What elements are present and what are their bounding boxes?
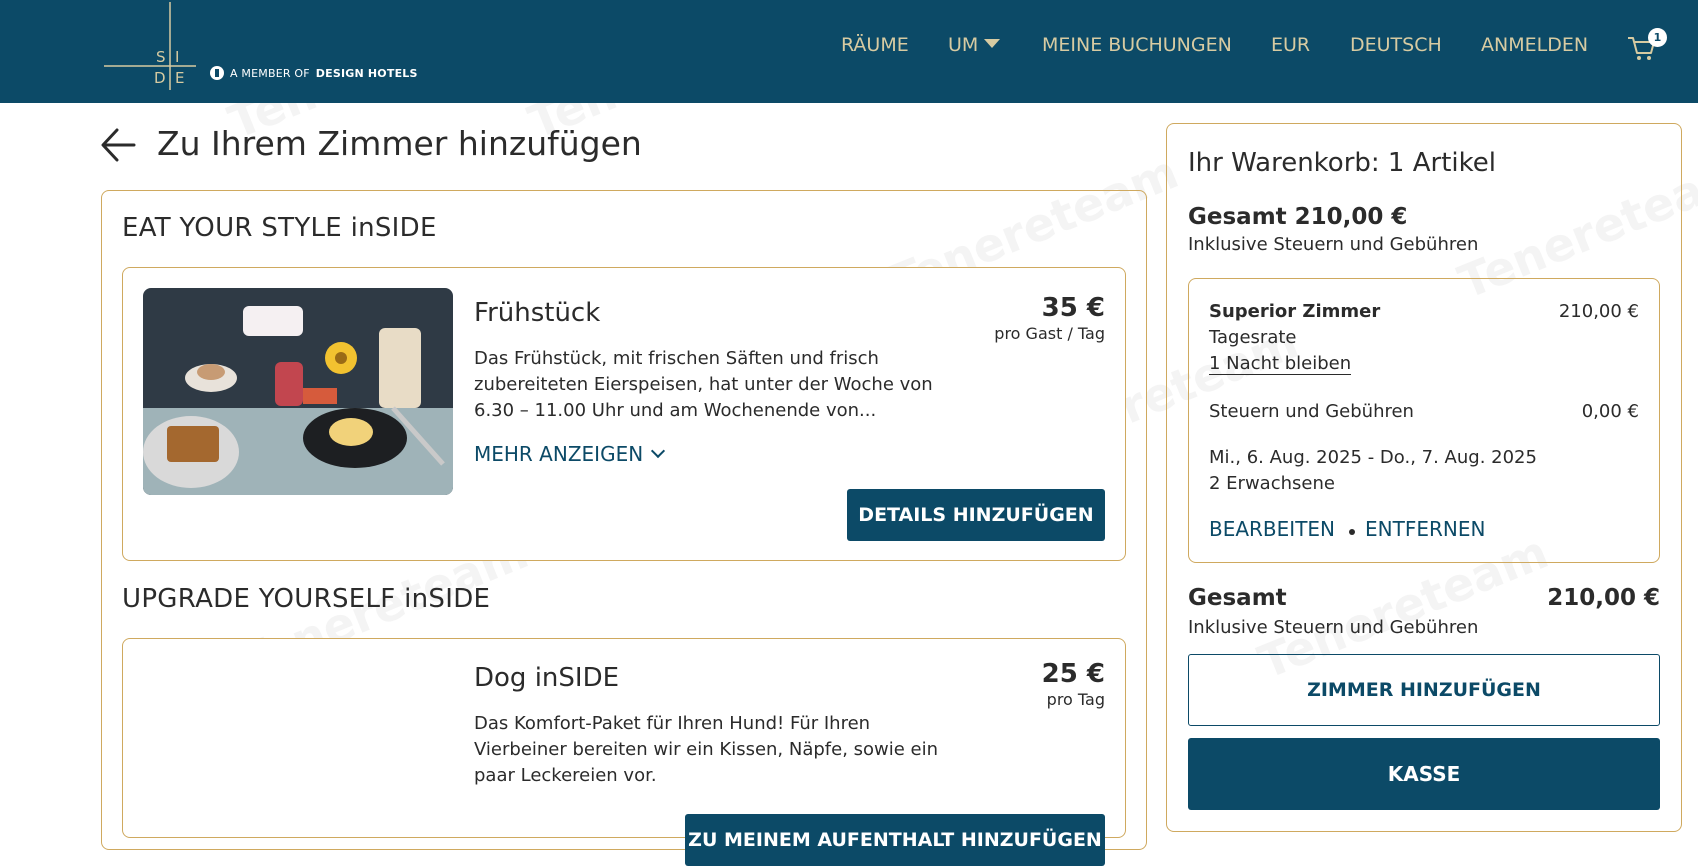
- stay-length-link[interactable]: 1 Nacht bleiben: [1209, 353, 1352, 375]
- design-hotels-badge: A MEMBER OF DESIGN HOTELS: [210, 66, 418, 80]
- nav-my-bookings[interactable]: MEINE BUCHUNGEN: [1042, 34, 1232, 56]
- room-name: Superior Zimmer: [1209, 301, 1381, 322]
- main-nav: RÄUME UM MEINE BUCHUNGEN EUR DEUTSCH ANM…: [0, 34, 1698, 58]
- remove-link[interactable]: ENTFERNEN: [1365, 517, 1485, 541]
- room-price: 210,00 €: [1558, 301, 1639, 322]
- add-to-stay-button[interactable]: ZU MEINEM AUFENTHALT HINZUFÜGEN: [685, 814, 1105, 866]
- cart-count-badge: 1: [1648, 28, 1667, 47]
- logo-letter-d: D: [154, 69, 166, 87]
- guest-count: 2 Erwachsene: [1209, 473, 1335, 494]
- addon-card-breakfast: Frühstück 35 € pro Gast / Tag Das Frühst…: [122, 267, 1126, 561]
- sum-label: Gesamt: [1188, 585, 1287, 611]
- breakfast-photo: [143, 288, 453, 495]
- page-title: Zu Ihrem Zimmer hinzufügen: [157, 124, 642, 163]
- card-description: Das Frühstück, mit frischen Säften und f…: [474, 348, 933, 421]
- cart-panel: Ihr Warenkorb: 1 Artikel Gesamt 210,00 €…: [1166, 123, 1682, 832]
- rate-label: Tagesrate: [1209, 327, 1297, 348]
- breakfast-image: [143, 288, 453, 495]
- card-price: 35 €: [1041, 293, 1105, 323]
- nav-currency[interactable]: EUR: [1271, 34, 1310, 56]
- checkout-button[interactable]: KASSE: [1188, 738, 1660, 810]
- member-brand: DESIGN HOTELS: [315, 66, 418, 80]
- sum-incl-taxes: Inklusive Steuern und Gebühren: [1188, 617, 1479, 638]
- nav-um-label: UM: [948, 34, 979, 56]
- sum-value: 210,00 €: [1547, 585, 1660, 611]
- top-bar: S I D E A MEMBER OF DESIGN HOTELS RÄUME U…: [0, 0, 1698, 103]
- add-room-button[interactable]: ZIMMER HINZUFÜGEN: [1188, 654, 1660, 726]
- card-title: Dog inSIDE: [474, 663, 620, 693]
- nav-um[interactable]: UM: [948, 34, 1001, 56]
- cart-incl-taxes: Inklusive Steuern und Gebühren: [1188, 234, 1479, 255]
- card-price-unit: pro Tag: [1046, 690, 1105, 709]
- add-details-button[interactable]: DETAILS HINZUFÜGEN: [847, 489, 1105, 541]
- cart-total: Gesamt 210,00 €: [1188, 204, 1408, 230]
- member-prefix: A MEMBER OF: [230, 66, 310, 80]
- nav-login[interactable]: ANMELDEN: [1481, 34, 1588, 56]
- nav-language[interactable]: DEUTSCH: [1350, 34, 1442, 56]
- nav-rooms[interactable]: RÄUME: [841, 34, 909, 56]
- card-title: Frühstück: [474, 298, 601, 328]
- cart-title: Ihr Warenkorb: 1 Artikel: [1188, 148, 1496, 178]
- card-price-unit: pro Gast / Tag: [994, 324, 1105, 343]
- stay-dates: Mi., 6. Aug. 2025 - Do., 7. Aug. 2025: [1209, 447, 1537, 468]
- show-more-label: MEHR ANZEIGEN: [474, 442, 644, 466]
- design-hotels-icon: [210, 66, 224, 80]
- show-more-link[interactable]: MEHR ANZEIGEN: [474, 442, 666, 466]
- separator-dot: [1349, 529, 1355, 535]
- section-heading-eat: EAT YOUR STYLE inSIDE: [122, 213, 437, 243]
- tax-value: 0,00 €: [1581, 401, 1639, 422]
- addon-card-dog: Dog inSIDE 25 € pro Tag Das Komfort-Pake…: [122, 638, 1126, 866]
- chevron-down-icon: [651, 443, 666, 459]
- arrow-left-icon[interactable]: [98, 124, 140, 166]
- cart-item: Superior Zimmer 210,00 € Tagesrate 1 Nac…: [1188, 278, 1660, 563]
- logo-letter-e: E: [175, 69, 184, 87]
- section-heading-upgrade: UPGRADE YOURSELF inSIDE: [122, 584, 491, 614]
- edit-link[interactable]: BEARBEITEN: [1209, 517, 1335, 541]
- card-price: 25 €: [1041, 659, 1105, 689]
- tax-label: Steuern und Gebühren: [1209, 401, 1414, 422]
- card-description: Das Komfort-Paket für Ihren Hund! Für Ih…: [474, 713, 939, 786]
- caret-down-icon: [984, 39, 1001, 48]
